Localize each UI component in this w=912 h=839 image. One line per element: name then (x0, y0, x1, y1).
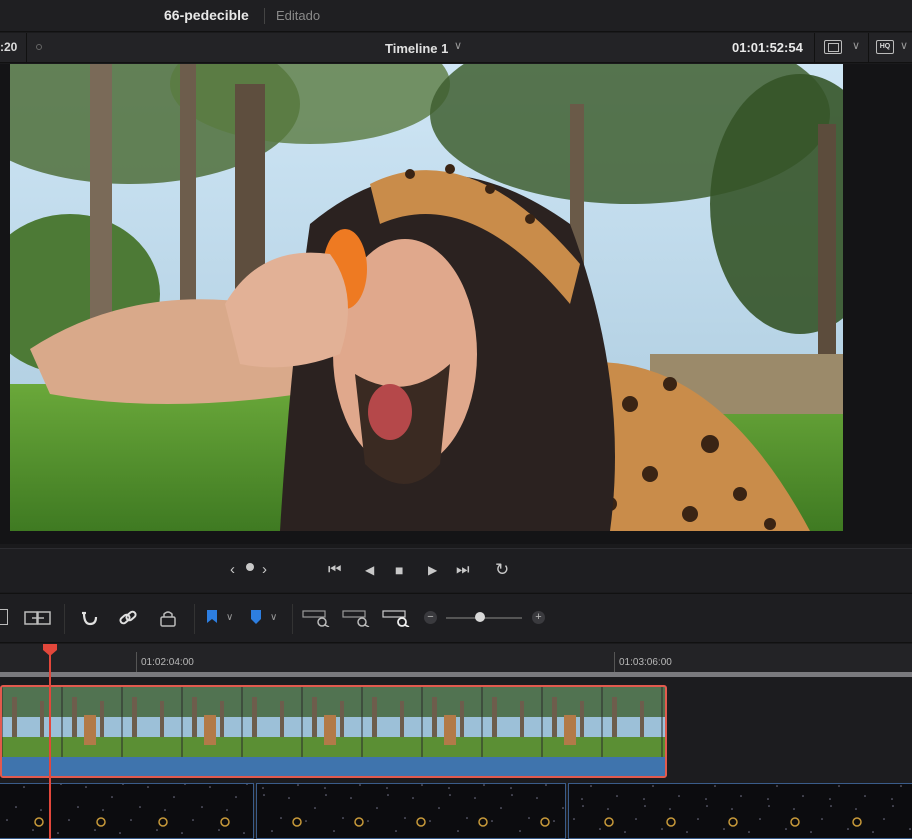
loop-button[interactable]: ↻ (495, 561, 509, 579)
ruler-timecode: 01:02:04:00 (141, 657, 194, 668)
source-timecode: :20 (0, 40, 18, 54)
project-status: Editado (276, 8, 321, 23)
chevron-down-icon[interactable]: ∨ (852, 39, 860, 52)
play-button[interactable]: ▶ (428, 561, 437, 579)
toolbar-divider (194, 604, 195, 634)
stop-button[interactable]: ■ (395, 561, 403, 579)
generator-thumbnail (6, 784, 248, 834)
clip-thumbnail (301, 687, 362, 757)
transport-controls: ‹ › ⏮ ◀ ■ ▶ ⏭ ↻ (0, 548, 912, 592)
clip-thumbnails (2, 687, 665, 757)
ruler-timecode: 01:03:06:00 (619, 657, 672, 668)
clip-thumbnail (661, 687, 665, 757)
timeline-toolbar: ∨ ∨ − + (0, 593, 912, 643)
generator-clip[interactable] (0, 783, 254, 839)
video-frame-image (10, 64, 843, 531)
clip-thumbnail (361, 687, 422, 757)
zoom-slider-thumb[interactable] (475, 612, 486, 622)
zoom-custom-icon (382, 610, 410, 628)
header-divider (26, 33, 27, 63)
zoom-in-button[interactable]: + (532, 611, 545, 624)
lock-icon (160, 611, 176, 627)
zoom-custom-icon[interactable] (382, 609, 410, 632)
chevron-down-icon[interactable]: ∨ (270, 609, 277, 627)
generator-clip[interactable] (568, 783, 912, 839)
marker-icon[interactable] (250, 609, 262, 630)
next-clip-button[interactable]: › (262, 561, 267, 579)
chevron-down-icon[interactable]: ∨ (454, 39, 462, 52)
jump-to-start-button[interactable]: ⏮ (328, 561, 342, 579)
position-lock-icon[interactable] (158, 609, 178, 632)
clip-thumbnail (181, 687, 242, 757)
clip-thumbnail (241, 687, 302, 757)
step-back-button[interactable]: ◀ (365, 561, 374, 579)
zoom-out-button[interactable]: − (424, 611, 437, 624)
title-separator (264, 8, 265, 24)
magnet-icon (82, 611, 98, 626)
clip-thumbnail (121, 687, 182, 757)
marker-icon (251, 610, 261, 624)
status-dot-icon (36, 44, 42, 50)
clip-thumbnail (421, 687, 482, 757)
project-title: 66-pedecible (164, 7, 249, 23)
generator-clip[interactable] (256, 783, 566, 839)
replace-clip-icon[interactable] (24, 609, 52, 627)
header-divider (868, 33, 869, 63)
toolbar-divider (64, 604, 65, 634)
timeline-selector[interactable]: Timeline 1 (385, 41, 448, 56)
ruler-tick (614, 652, 615, 672)
clip-indicator-dot (246, 563, 254, 571)
zoom-full-icon[interactable] (302, 609, 330, 632)
flag-icon[interactable] (206, 609, 218, 630)
viewer (0, 64, 912, 544)
timeline-tracks (0, 677, 912, 839)
chevron-down-icon[interactable]: ∨ (226, 609, 233, 627)
clip-audio-strip (2, 757, 665, 776)
video-clip[interactable] (0, 685, 667, 778)
clip-thumbnail (481, 687, 542, 757)
flag-icon (207, 610, 217, 623)
generator-track (0, 783, 912, 839)
generator-thumbnail (262, 784, 564, 832)
jump-to-end-button[interactable]: ⏭ (456, 561, 470, 579)
clip-thumbnail (2, 687, 62, 757)
toolbar-divider (292, 604, 293, 634)
generator-thumbnail (573, 785, 911, 833)
timeline-ruler[interactable]: 01:02:04:00 01:03:06:00 (0, 644, 912, 672)
playhead-line[interactable] (49, 655, 51, 839)
timeline-timecode: 01:01:52:54 (732, 40, 803, 55)
zoom-detail-icon[interactable] (342, 609, 370, 632)
prev-clip-button[interactable]: ‹ (230, 561, 235, 579)
ruler-tick (136, 652, 137, 672)
header-divider (814, 33, 815, 63)
overwrite-clip-icon[interactable] (0, 609, 8, 625)
chevron-down-icon[interactable]: ∨ (900, 39, 908, 52)
clip-thumbnail (541, 687, 602, 757)
linked-selection-icon[interactable] (118, 609, 138, 632)
title-bar: 66-pedecible Editado (0, 0, 912, 32)
viewer-header: :20 Timeline 1 ∨ 01:01:52:54 ∨ HQ ∨ (0, 33, 912, 63)
fullscreen-icon[interactable] (824, 40, 842, 54)
snapping-icon[interactable] (80, 609, 100, 632)
replace-clip-icon (24, 611, 51, 625)
clip-thumbnail (601, 687, 662, 757)
playback-quality-icon[interactable]: HQ (876, 40, 894, 54)
link-icon (119, 610, 137, 625)
clip-thumbnail (61, 687, 122, 757)
video-frame[interactable] (10, 64, 843, 531)
zoom-detail-icon (342, 610, 370, 628)
zoom-full-icon (302, 610, 330, 628)
